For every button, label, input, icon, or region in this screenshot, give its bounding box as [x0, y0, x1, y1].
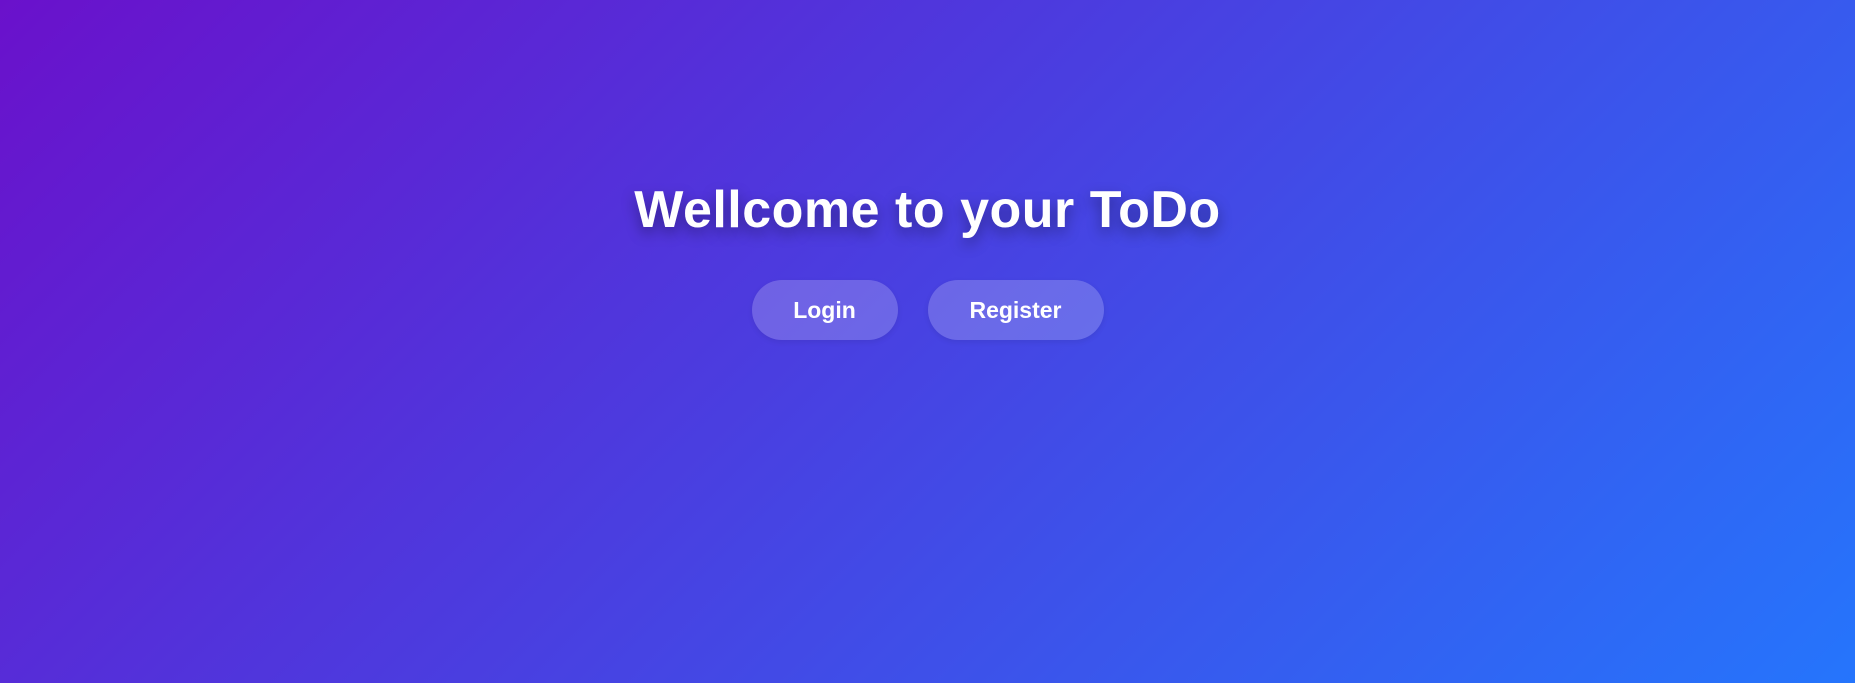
hero-section: Wellcome to your ToDo Login Register — [0, 180, 1855, 340]
login-button[interactable]: Login — [751, 280, 898, 340]
landing-page: Wellcome to your ToDo Login Register — [0, 0, 1855, 683]
register-button[interactable]: Register — [927, 280, 1104, 340]
page-title: Wellcome to your ToDo — [634, 181, 1221, 239]
auth-actions: Login Register — [751, 280, 1104, 340]
